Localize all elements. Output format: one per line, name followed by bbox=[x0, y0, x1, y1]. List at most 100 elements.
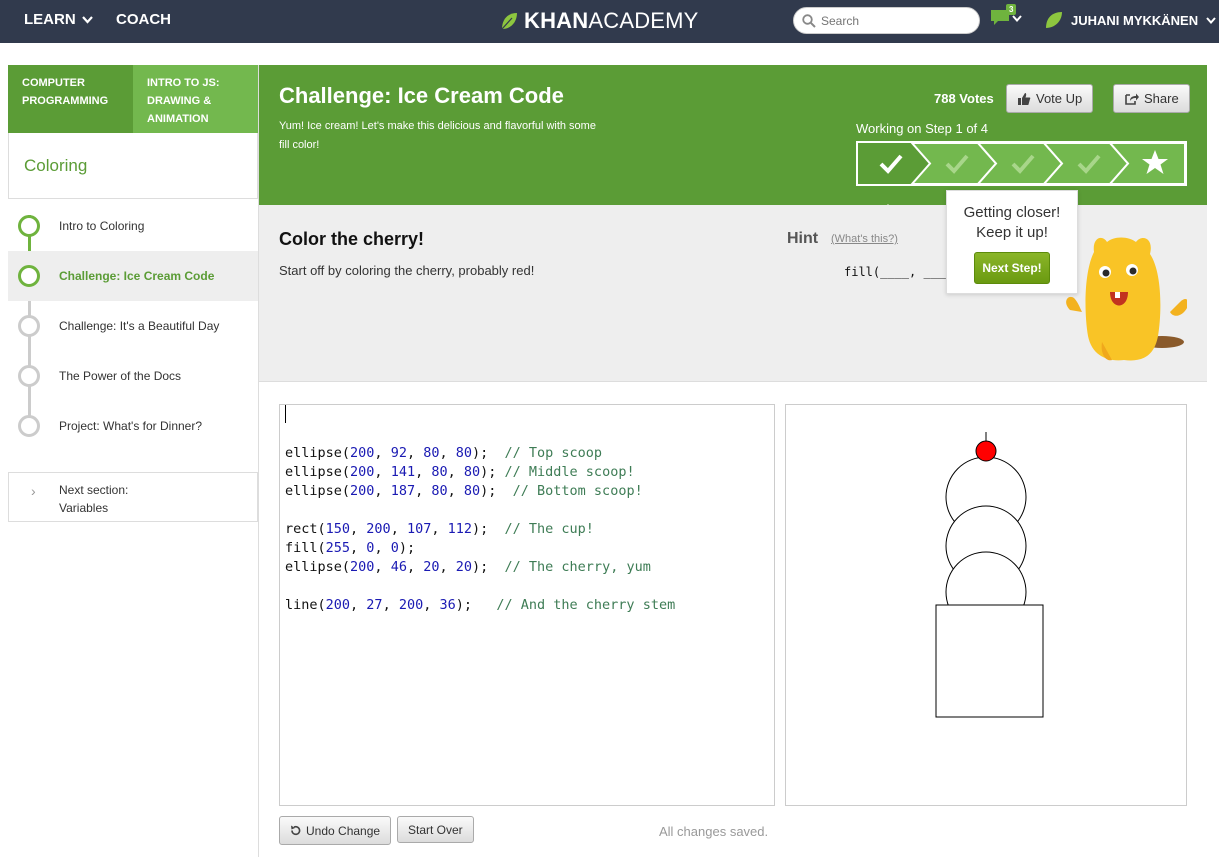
lesson-label: Project: What's for Dinner? bbox=[59, 419, 203, 433]
code-token: , bbox=[423, 597, 440, 613]
thumbs-up-icon bbox=[1018, 92, 1031, 105]
code-line[interactable] bbox=[285, 577, 774, 596]
code-token: , bbox=[374, 483, 391, 499]
next-section-link[interactable]: › Next section: Variables bbox=[8, 472, 258, 522]
code-token: , bbox=[406, 559, 424, 575]
instruction-text: Start off by coloring the cherry, probab… bbox=[279, 263, 535, 278]
save-status: All changes saved. bbox=[659, 824, 769, 839]
start-over-button[interactable]: Start Over bbox=[397, 816, 474, 843]
lesson-challenge-ice-cream-code[interactable]: Challenge: Ice Cream Code bbox=[8, 251, 258, 301]
code-token: , bbox=[350, 521, 367, 537]
code-number: 80 bbox=[463, 464, 481, 480]
undo-change-label: Undo Change bbox=[306, 823, 381, 838]
code-line[interactable]: ellipse(200, 141, 80, 80); // Middle sco… bbox=[285, 463, 774, 482]
breadcrumb: COMPUTER PROGRAMMING INTRO TO JS: DRAWIN… bbox=[8, 65, 258, 133]
coach-link[interactable]: COACH bbox=[116, 11, 171, 28]
code-token: rect( bbox=[285, 521, 326, 537]
code-token: ellipse( bbox=[285, 445, 351, 461]
code-line[interactable]: ellipse(200, 92, 80, 80); // Top scoop bbox=[285, 444, 774, 463]
instruction-title: Color the cherry! bbox=[279, 229, 425, 249]
challenge-description: Yum! Ice cream! Let's make this deliciou… bbox=[279, 120, 596, 151]
code-token: , bbox=[431, 521, 448, 537]
code-editor[interactable]: ellipse(200, 92, 80, 80); // Top scoop el… bbox=[279, 404, 775, 806]
code-token: , bbox=[382, 597, 399, 613]
code-comment: // Top scoop bbox=[504, 445, 603, 461]
code-token: , bbox=[374, 559, 391, 575]
code-line[interactable]: fill(255, 0, 0); bbox=[285, 539, 774, 558]
user-menu[interactable]: JUHANI MYKKÄNEN bbox=[1045, 11, 1216, 29]
code-line[interactable]: ellipse(200, 187, 80, 80); // Bottom sco… bbox=[285, 482, 774, 501]
lesson-label: The Power of the Docs bbox=[59, 369, 182, 383]
code-number: 46 bbox=[390, 559, 407, 575]
khan-academy-logo[interactable]: KHANACADEMY bbox=[500, 8, 699, 34]
challenge-header: Challenge: Ice Cream Code Yum! Ice cream… bbox=[259, 65, 1207, 214]
lesson-project-whats-for-dinner[interactable]: Project: What's for Dinner? bbox=[8, 401, 258, 451]
user-name: JUHANI MYKKÄNEN bbox=[1071, 12, 1199, 28]
next-step-button[interactable]: Next Step! bbox=[974, 252, 1050, 284]
leaf-icon bbox=[501, 13, 517, 30]
share-button[interactable]: Share bbox=[1113, 84, 1190, 113]
code-token: ); bbox=[480, 464, 505, 480]
breadcrumb-intro-to-js[interactable]: INTRO TO JS: DRAWING & ANIMATION bbox=[133, 65, 258, 133]
challenge-title: Challenge: Ice Cream Code bbox=[279, 83, 564, 108]
lesson-challenge-beautiful-day[interactable]: Challenge: It's a Beautiful Day bbox=[8, 301, 258, 351]
learn-menu[interactable]: LEARN bbox=[24, 11, 93, 28]
code-number: 0 bbox=[390, 540, 399, 556]
code-token: ellipse( bbox=[285, 559, 351, 575]
code-number: 107 bbox=[406, 521, 432, 537]
code-token: ellipse( bbox=[285, 483, 351, 499]
search-input[interactable] bbox=[821, 13, 971, 28]
share-icon bbox=[1125, 93, 1139, 105]
next-section-name: Variables bbox=[59, 501, 109, 515]
code-token: , bbox=[390, 521, 407, 537]
code-token: , bbox=[447, 483, 464, 499]
code-line[interactable] bbox=[285, 425, 774, 444]
notifications-menu[interactable]: 3 bbox=[990, 4, 1022, 27]
undo-change-button[interactable]: Undo Change bbox=[279, 816, 392, 845]
hint-help-link[interactable]: (What's this?) bbox=[831, 233, 898, 245]
code-token: ellipse( bbox=[285, 464, 351, 480]
code-number: 200 bbox=[325, 597, 351, 613]
chevron-down-icon bbox=[1012, 14, 1022, 22]
next-section-label: Next section: bbox=[59, 483, 129, 497]
text-cursor bbox=[285, 405, 286, 423]
vote-up-button[interactable]: Vote Up bbox=[1006, 84, 1094, 113]
chevron-down-icon bbox=[81, 15, 93, 24]
code-comment: // Bottom scoop! bbox=[512, 483, 643, 499]
learn-label: LEARN bbox=[24, 11, 76, 28]
share-label: Share bbox=[1144, 91, 1179, 106]
code-number: 200 bbox=[366, 521, 391, 537]
lesson-intro-to-coloring[interactable]: Intro to Coloring bbox=[8, 201, 258, 251]
search-icon bbox=[802, 13, 816, 28]
code-comment: // The cherry, yum bbox=[504, 559, 651, 575]
start-over-label: Start Over bbox=[408, 822, 463, 837]
search-box[interactable] bbox=[793, 7, 980, 34]
code-line[interactable]: line(200, 27, 200, 36); // And the cherr… bbox=[285, 596, 774, 615]
code-line[interactable]: rect(150, 200, 107, 112); // The cup! bbox=[285, 520, 774, 539]
vote-count: 788 Votes bbox=[934, 91, 994, 106]
lesson-label: Challenge: It's a Beautiful Day bbox=[59, 319, 220, 333]
lesson-power-of-the-docs[interactable]: The Power of the Docs bbox=[8, 351, 258, 401]
breadcrumb-computer-programming[interactable]: COMPUTER PROGRAMMING bbox=[8, 65, 133, 133]
output-canvas[interactable] bbox=[785, 404, 1187, 806]
project-icon bbox=[18, 415, 40, 437]
code-number: 150 bbox=[325, 521, 351, 537]
chevron-down-icon bbox=[1206, 16, 1216, 24]
logo-text: KHANACADEMY bbox=[524, 8, 699, 33]
code-token: , bbox=[350, 540, 367, 556]
star-challenge-icon bbox=[18, 315, 40, 337]
code-comment: // And the cherry stem bbox=[496, 597, 676, 613]
code-line[interactable]: ellipse(200, 46, 20, 20); // The cherry,… bbox=[285, 558, 774, 577]
code-number: 20 bbox=[455, 559, 473, 575]
code-number: 112 bbox=[447, 521, 472, 537]
code-token: ); bbox=[472, 521, 505, 537]
code-token: fill( bbox=[285, 540, 326, 556]
code-token: ); bbox=[472, 445, 505, 461]
play-icon bbox=[18, 365, 40, 387]
lesson-label: Challenge: Ice Cream Code bbox=[59, 269, 215, 283]
step-progress-bar bbox=[856, 141, 1187, 186]
code-line[interactable] bbox=[285, 501, 774, 520]
notification-count-badge: 3 bbox=[1006, 4, 1017, 15]
code-number: 80 bbox=[431, 464, 448, 480]
code-number: 141 bbox=[390, 464, 416, 480]
